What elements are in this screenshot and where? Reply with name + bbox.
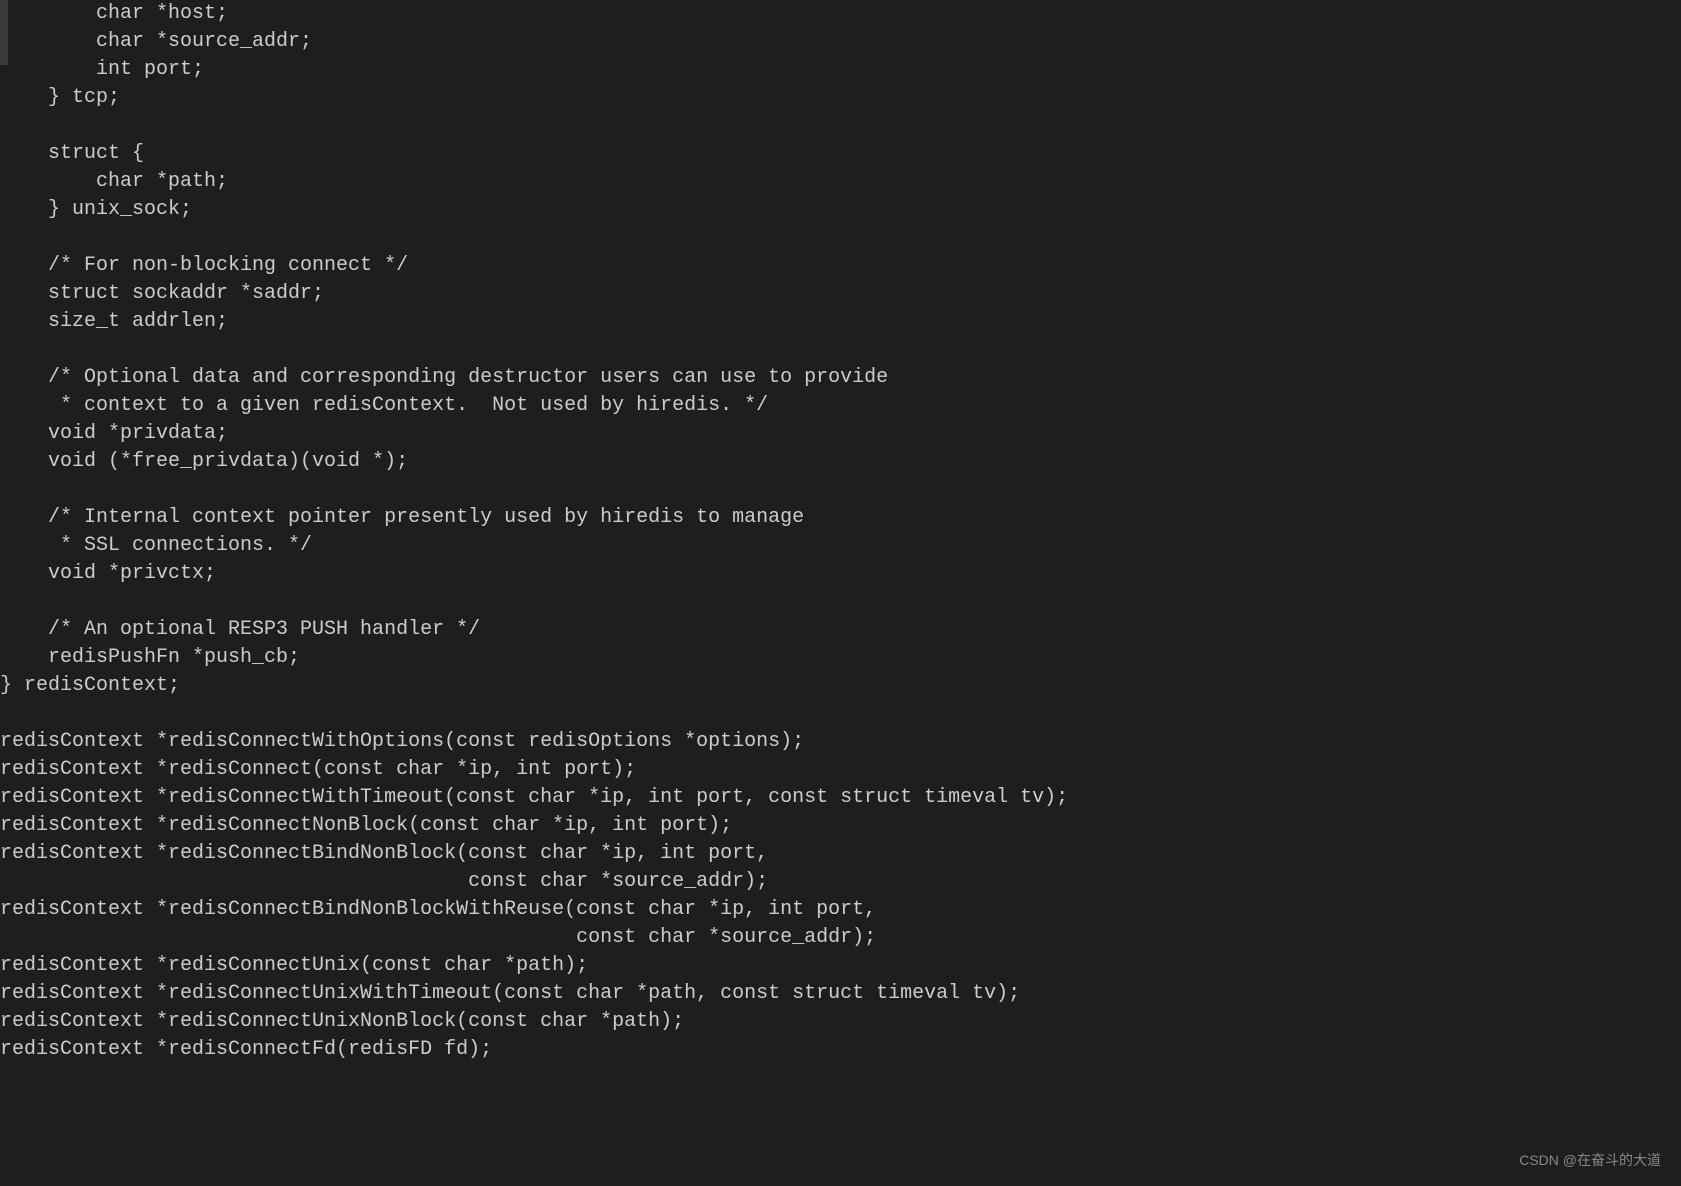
- code-line: redisContext *redisConnect(const char *i…: [0, 756, 1681, 784]
- code-line: /* Optional data and corresponding destr…: [0, 364, 1681, 392]
- code-line: [0, 588, 1681, 616]
- code-line: redisContext *redisConnectFd(redisFD fd)…: [0, 1036, 1681, 1064]
- code-line: void *privctx;: [0, 560, 1681, 588]
- code-line: } redisContext;: [0, 672, 1681, 700]
- code-line: size_t addrlen;: [0, 308, 1681, 336]
- code-line: void (*free_privdata)(void *);: [0, 448, 1681, 476]
- code-line: redisContext *redisConnectNonBlock(const…: [0, 812, 1681, 840]
- code-line: } unix_sock;: [0, 196, 1681, 224]
- code-line: * SSL connections. */: [0, 532, 1681, 560]
- code-line: char *host;: [0, 0, 1681, 28]
- code-line: redisPushFn *push_cb;: [0, 644, 1681, 672]
- code-line: [0, 112, 1681, 140]
- code-line: /* An optional RESP3 PUSH handler */: [0, 616, 1681, 644]
- code-line: [0, 336, 1681, 364]
- code-line: redisContext *redisConnectWithOptions(co…: [0, 728, 1681, 756]
- code-line: const char *source_addr);: [0, 924, 1681, 952]
- code-line: redisContext *redisConnectUnixWithTimeou…: [0, 980, 1681, 1008]
- code-line: char *path;: [0, 168, 1681, 196]
- code-block: char *host; char *source_addr; int port;…: [0, 0, 1681, 1064]
- code-line: [0, 700, 1681, 728]
- code-line: const char *source_addr);: [0, 868, 1681, 896]
- code-line: struct sockaddr *saddr;: [0, 280, 1681, 308]
- code-line: [0, 224, 1681, 252]
- code-line: * context to a given redisContext. Not u…: [0, 392, 1681, 420]
- code-line: void *privdata;: [0, 420, 1681, 448]
- code-line: /* Internal context pointer presently us…: [0, 504, 1681, 532]
- code-line: struct {: [0, 140, 1681, 168]
- watermark-text: CSDN @在奋斗的大道: [1519, 1151, 1661, 1171]
- code-line: redisContext *redisConnectWithTimeout(co…: [0, 784, 1681, 812]
- scrollbar-thumb[interactable]: [0, 0, 8, 65]
- code-line: redisContext *redisConnectUnix(const cha…: [0, 952, 1681, 980]
- code-line: /* For non-blocking connect */: [0, 252, 1681, 280]
- code-line: int port;: [0, 56, 1681, 84]
- code-line: redisContext *redisConnectBindNonBlock(c…: [0, 840, 1681, 868]
- code-line: redisContext *redisConnectUnixNonBlock(c…: [0, 1008, 1681, 1036]
- code-line: } tcp;: [0, 84, 1681, 112]
- code-line: char *source_addr;: [0, 28, 1681, 56]
- code-line: redisContext *redisConnectBindNonBlockWi…: [0, 896, 1681, 924]
- code-line: [0, 476, 1681, 504]
